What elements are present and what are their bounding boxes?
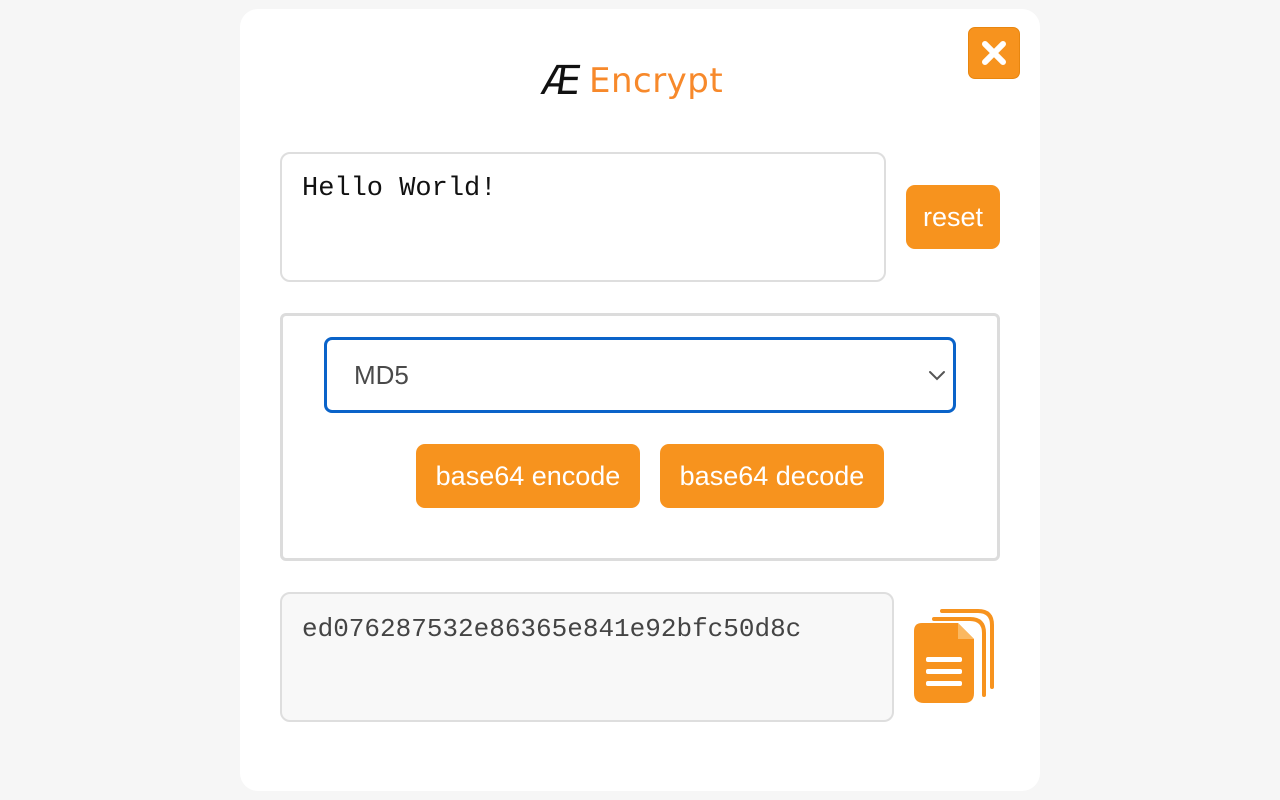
copy-document-icon xyxy=(914,609,994,703)
base64-encode-label: base64 encode xyxy=(435,460,621,491)
reset-label: reset xyxy=(922,201,984,232)
algorithm-selected: MD5 xyxy=(354,359,409,390)
logo-mark: Æ xyxy=(538,58,583,104)
base64-decode-button[interactable]: base64 decode xyxy=(660,444,884,508)
close-icon xyxy=(982,41,1006,65)
app-logo: Æ Encrypt xyxy=(538,53,724,109)
options-group: MD5 base64 encode base64 decode xyxy=(280,313,1000,561)
algorithm-select[interactable]: MD5 xyxy=(324,337,956,413)
logo-text: Encrypt xyxy=(588,61,724,101)
input-text: Hello World! xyxy=(302,174,497,204)
output-text: ed076287532e86365e841e92bfc50d8c xyxy=(302,614,802,644)
copy-button[interactable] xyxy=(912,607,996,707)
encrypt-panel: Æ Encrypt Hello World! reset MD5 base64 … xyxy=(240,9,1040,791)
close-button[interactable] xyxy=(968,27,1020,79)
base64-decode-label: base64 decode xyxy=(679,460,865,491)
chevron-down-icon xyxy=(929,371,945,381)
output-textarea[interactable]: ed076287532e86365e841e92bfc50d8c xyxy=(280,592,894,722)
reset-button[interactable]: reset xyxy=(906,185,1000,249)
input-textarea[interactable]: Hello World! xyxy=(280,152,886,282)
base64-encode-button[interactable]: base64 encode xyxy=(416,444,640,508)
